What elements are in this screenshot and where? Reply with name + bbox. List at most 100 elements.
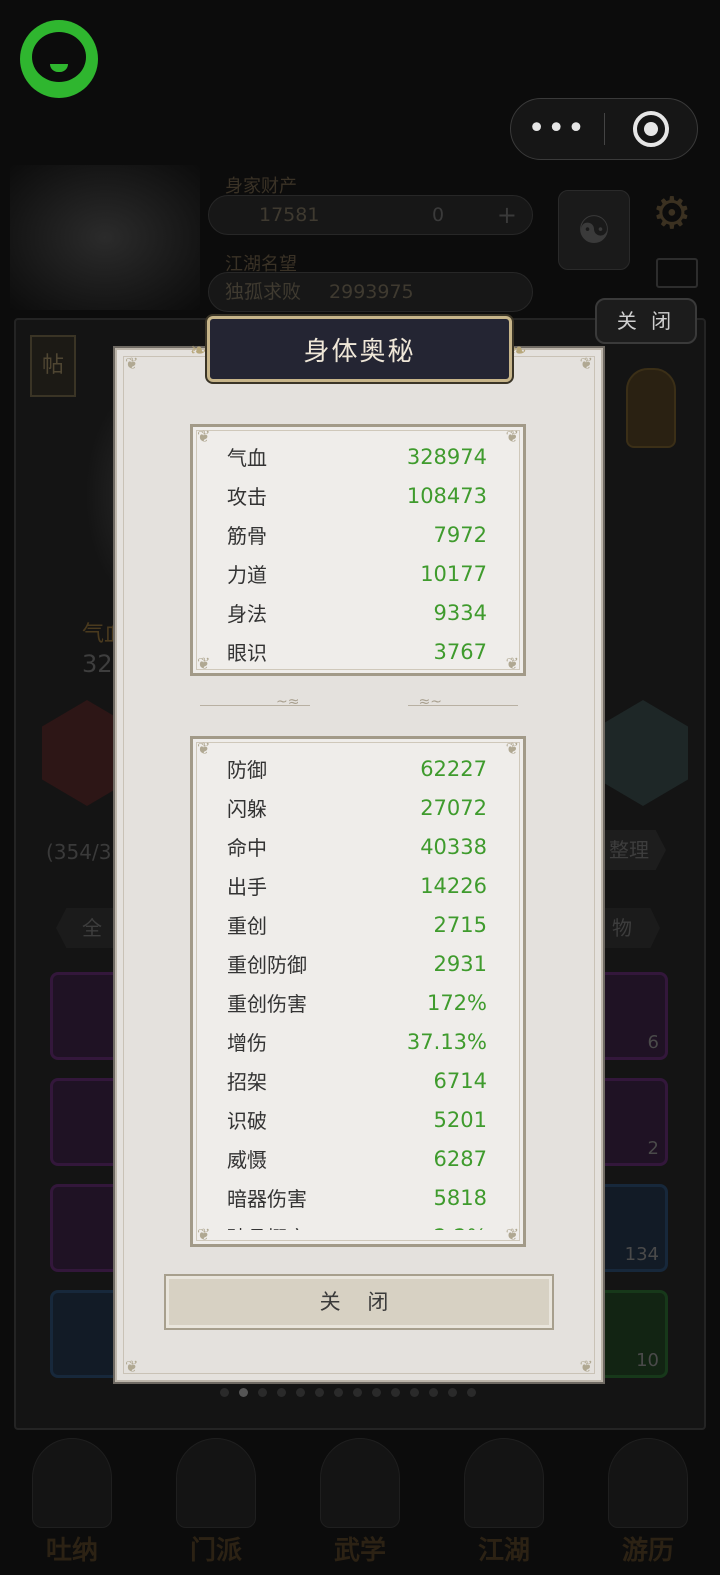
stat-name: 威慑: [227, 1148, 267, 1172]
page-dot: [258, 1388, 267, 1397]
corner-ornament-icon: ❦: [505, 427, 519, 446]
stat-row: 威慑 6287: [227, 1139, 487, 1178]
stat-value: 2715: [433, 912, 487, 937]
mini-program-capsule: •••: [510, 98, 698, 160]
stat-name: 攻击: [227, 485, 267, 509]
page-dot: [353, 1388, 362, 1397]
page-dot: [220, 1388, 229, 1397]
yinyang-icon[interactable]: ☯: [558, 190, 630, 270]
divider-ornament-icon: ≈~: [418, 694, 442, 710]
stat-name: 破骨概率: [227, 1222, 307, 1230]
dialog-title: 身体奥秘: [303, 336, 416, 367]
stat-value: 3767: [433, 639, 487, 664]
stat-name: 防御: [227, 758, 267, 782]
corner-ornament-icon: ❦: [505, 739, 519, 758]
combat-stats-list[interactable]: 防御 62227 闪躲 27072 命中 40338 出手 14226 重创 2715 重创防御 29…: [227, 749, 487, 1231]
stat-name: 增伤: [227, 1031, 267, 1055]
stat-row: 力道 10177: [227, 554, 487, 593]
corner-ornament-icon: ❦: [197, 739, 211, 758]
stat-name: 招架: [227, 1070, 267, 1094]
stat-name: 闪躲: [227, 797, 267, 821]
dialog-title-plate: 身体奥秘: [207, 316, 512, 382]
stat-row: 眼识 3767: [227, 632, 487, 671]
stat-name: 重创伤害: [227, 992, 307, 1016]
stat-row: 重创 2715: [227, 905, 487, 944]
nav-martial-arts[interactable]: 武学: [310, 1438, 410, 1567]
page-dot: [277, 1388, 286, 1397]
stat-value: 5818: [433, 1185, 487, 1210]
nav-sect[interactable]: 门派: [166, 1438, 266, 1567]
stat-row: 气血 328974: [227, 437, 487, 476]
page-dot: [334, 1388, 343, 1397]
stat-row: 重创伤害 172%: [227, 983, 487, 1022]
exit-mini-program-button[interactable]: [605, 111, 698, 147]
sort-button[interactable]: 整理: [592, 830, 666, 870]
corner-ornament-icon: ❦: [505, 654, 519, 673]
stat-name: 筋骨: [227, 524, 267, 548]
stat-value: 37.13%: [406, 1029, 487, 1054]
stat-value: 328974: [406, 444, 487, 469]
bottom-nav: 吐纳 门派 武学 江湖 游历: [0, 1438, 720, 1575]
page-dot: [296, 1388, 305, 1397]
chat-logo-icon[interactable]: [20, 20, 98, 98]
page-dot: [372, 1388, 381, 1397]
martial-arts-icon: [320, 1438, 400, 1528]
corner-ornament-icon: ❦: [197, 427, 211, 446]
stat-name: 气血: [227, 446, 267, 470]
more-menu-button[interactable]: •••: [511, 98, 604, 160]
slot-count: 10: [636, 1350, 659, 1371]
divider-ornament-icon: ~≈: [276, 694, 300, 710]
stat-name: 身法: [227, 602, 267, 626]
stat-name: 出手: [227, 875, 267, 899]
bag-capacity: (354/36: [46, 840, 125, 864]
stat-row: 招架 6714: [227, 1061, 487, 1100]
tuna-icon: [32, 1438, 112, 1528]
close-button[interactable]: 关 闭: [164, 1274, 554, 1330]
stat-row: 破骨概率 2.2%: [227, 1217, 487, 1231]
gem-amount: 0: [432, 204, 445, 226]
stat-value: 108473: [406, 483, 487, 508]
title-ornament-icon: ❧: [190, 338, 207, 362]
invitation-button[interactable]: 帖: [30, 335, 76, 397]
stat-value: 62227: [420, 756, 487, 781]
section-divider: ~≈ ≈~: [200, 694, 518, 712]
fame-bar: 独孤求败 2993975: [208, 272, 533, 312]
stat-row: 识破 5201: [227, 1100, 487, 1139]
stat-name: 眼识: [227, 641, 267, 665]
stat-value: 14226: [420, 873, 487, 898]
stat-value: 40338: [420, 834, 487, 859]
mail-icon[interactable]: [656, 258, 698, 288]
fame-value: 2993975: [329, 281, 414, 303]
lantern-icon[interactable]: [626, 368, 676, 448]
nav-label: 江湖: [477, 1536, 530, 1566]
combat-stats-box[interactable]: ❦ ❦ ❦ ❦ 防御 62227 闪躲 27072 命中 40338 出手 14226 重创 27…: [190, 736, 526, 1247]
corner-ornament-icon: ❦: [125, 1357, 139, 1376]
page-dot: [315, 1388, 324, 1397]
stat-row: 出手 14226: [227, 866, 487, 905]
stat-value: 2.2%: [434, 1225, 487, 1231]
basic-stats-list: 气血 328974 攻击 108473 筋骨 7972 力道 10177 身法 9334 眼识 376…: [227, 437, 487, 671]
stat-row: 身法 9334: [227, 593, 487, 632]
nav-label: 门派: [189, 1536, 242, 1566]
stat-name: 力道: [227, 563, 267, 587]
stat-row: 闪躲 27072: [227, 788, 487, 827]
panel-close-button[interactable]: 关 闭: [595, 298, 697, 344]
player-avatar[interactable]: [10, 165, 200, 310]
nav-jianghu[interactable]: 江湖: [454, 1438, 554, 1567]
slot-count: 6: [647, 1032, 659, 1053]
stat-row: 增伤 37.13%: [227, 1022, 487, 1061]
stat-value: 6287: [433, 1146, 487, 1171]
currency-bar: 17581 0 +: [208, 195, 533, 235]
stat-row: 重创防御 2931: [227, 944, 487, 983]
stat-row: 命中 40338: [227, 827, 487, 866]
stat-row: 筋骨 7972: [227, 515, 487, 554]
add-currency-button[interactable]: +: [497, 196, 517, 234]
gear-icon[interactable]: ⚙: [652, 188, 691, 239]
nav-tuna[interactable]: 吐纳: [22, 1438, 122, 1567]
target-icon: [632, 111, 669, 147]
nav-travel[interactable]: 游历: [598, 1438, 698, 1567]
stat-value: 10177: [420, 561, 487, 586]
slot-count: 134: [624, 1244, 659, 1265]
stat-row: 攻击 108473: [227, 476, 487, 515]
stat-value: 27072: [420, 795, 487, 820]
